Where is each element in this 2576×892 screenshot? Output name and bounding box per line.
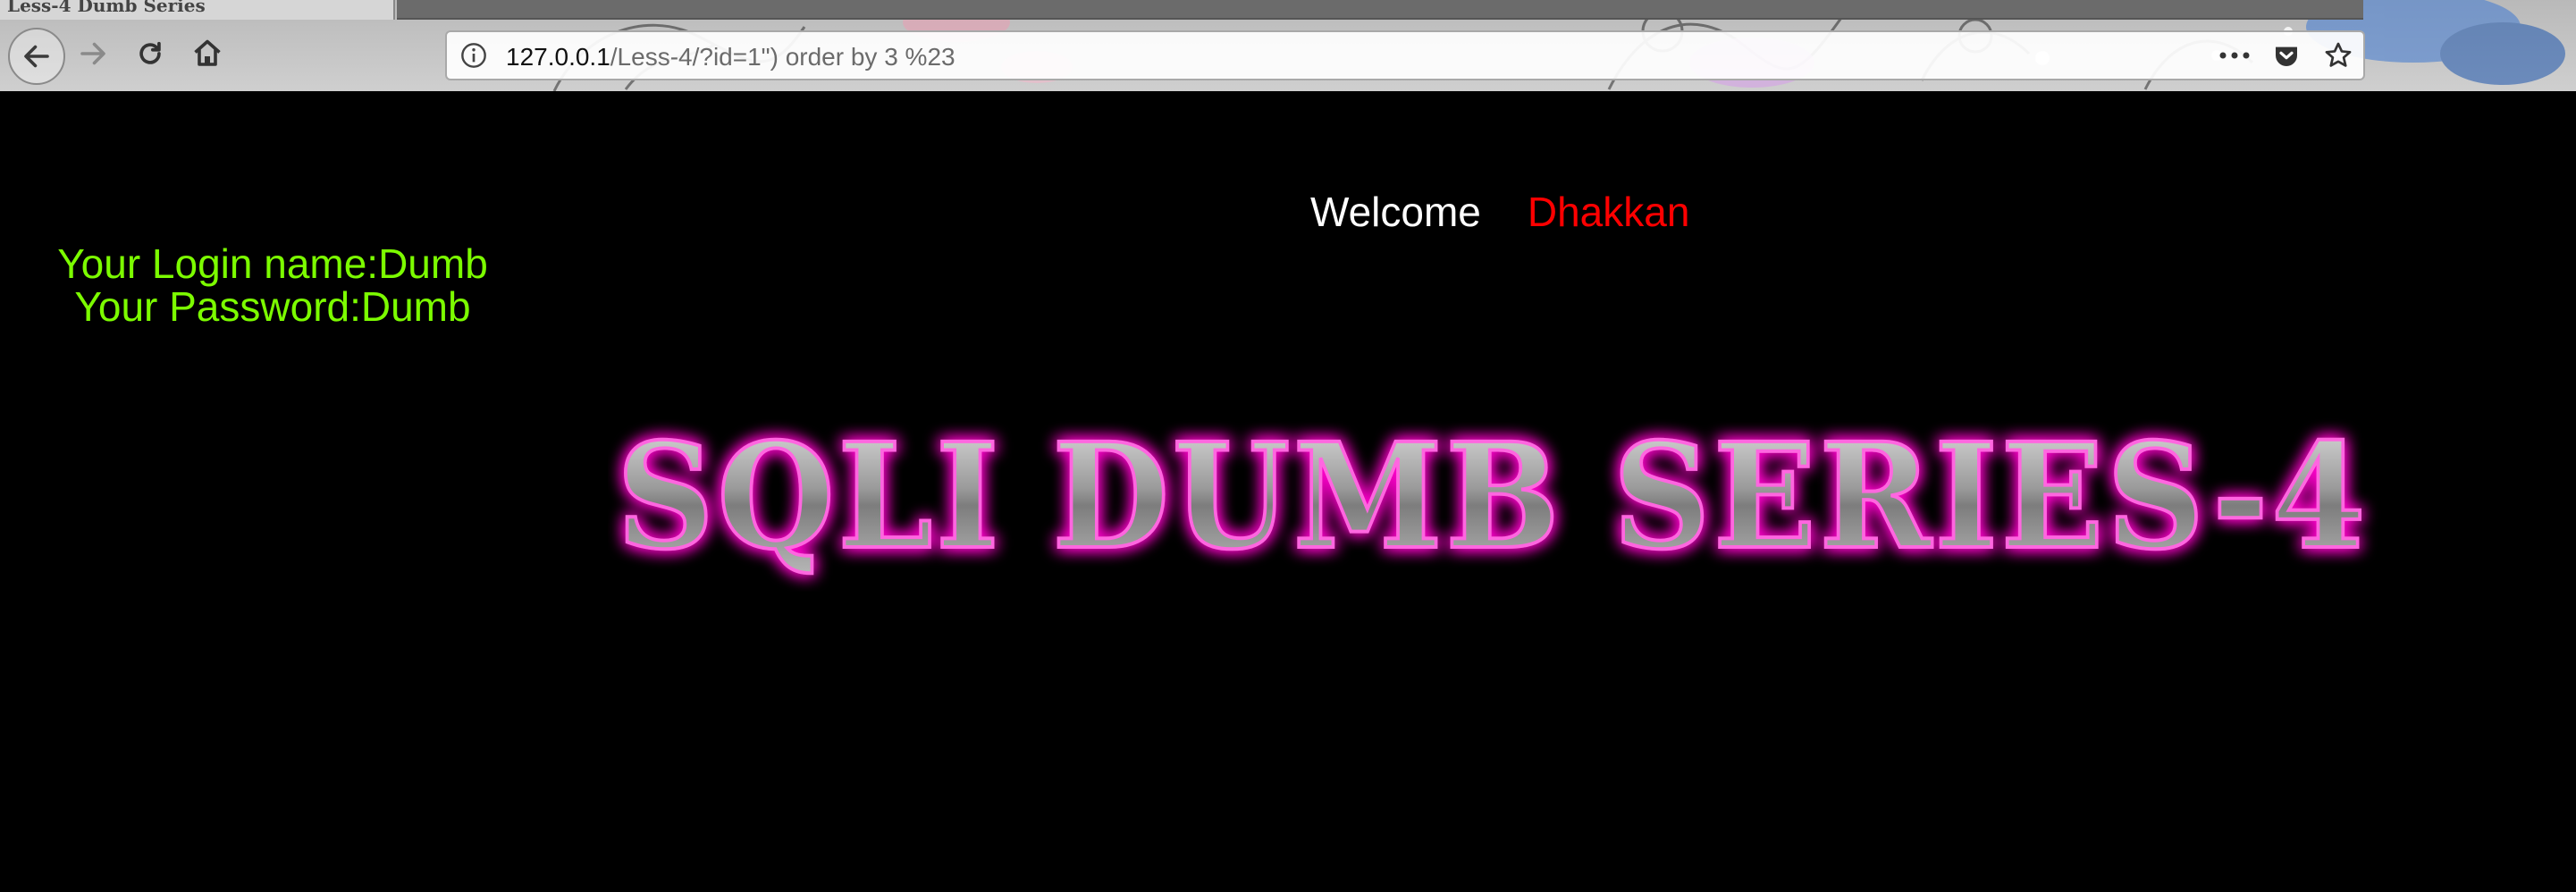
page-content: Welcome Dhakkan Your Login name:Dumb Your… <box>0 91 2576 892</box>
tab-active[interactable]: Less-4 Dumb Series <box>0 0 395 20</box>
url-host: 127.0.0.1 <box>506 43 610 71</box>
address-bar-actions <box>2217 38 2356 73</box>
back-arrow-icon <box>24 45 49 68</box>
tab-strip: Less-4 Dumb Series <box>0 0 2576 20</box>
page-actions-button[interactable] <box>2217 38 2252 73</box>
home-button[interactable] <box>184 30 231 77</box>
reload-icon <box>139 41 161 64</box>
url-path: /Less-4/?id=1") order by 3 %23 <box>610 43 955 71</box>
page-info-icon[interactable] <box>459 41 488 70</box>
forward-arrow-icon <box>80 42 105 65</box>
banner-text: SQLI DUMB SERIES-4 <box>617 412 2369 582</box>
login-name-line: Your Login name:Dumb <box>57 240 488 287</box>
url-text[interactable]: 127.0.0.1/Less-4/?id=1") order by 3 %23 <box>506 43 955 72</box>
browser-chrome: Less-4 Dumb Series 127.0.0.1/Less-4/?id=… <box>0 0 2576 91</box>
more-dots-icon <box>2219 52 2250 59</box>
password-line: Your Password:Dumb <box>74 283 471 330</box>
welcome-name: Dhakkan <box>1527 189 1690 235</box>
pocket-icon <box>2276 46 2297 66</box>
back-button[interactable] <box>8 28 65 85</box>
reload-button[interactable] <box>127 30 173 77</box>
star-icon <box>2325 42 2352 67</box>
home-icon <box>194 39 221 66</box>
tab-bar-background <box>397 0 2363 20</box>
welcome-line: Welcome Dhakkan <box>1310 191 1689 232</box>
welcome-label: Welcome <box>1310 189 1481 235</box>
bookmark-button[interactable] <box>2320 38 2356 73</box>
pocket-button[interactable] <box>2269 38 2304 73</box>
forward-button[interactable] <box>70 30 116 77</box>
address-bar[interactable]: 127.0.0.1/Less-4/?id=1") order by 3 %23 <box>445 30 2365 80</box>
sqli-banner-image: SQLI DUMB SERIES-4 <box>615 410 2369 584</box>
tab-title: Less-4 Dumb Series <box>7 0 206 16</box>
